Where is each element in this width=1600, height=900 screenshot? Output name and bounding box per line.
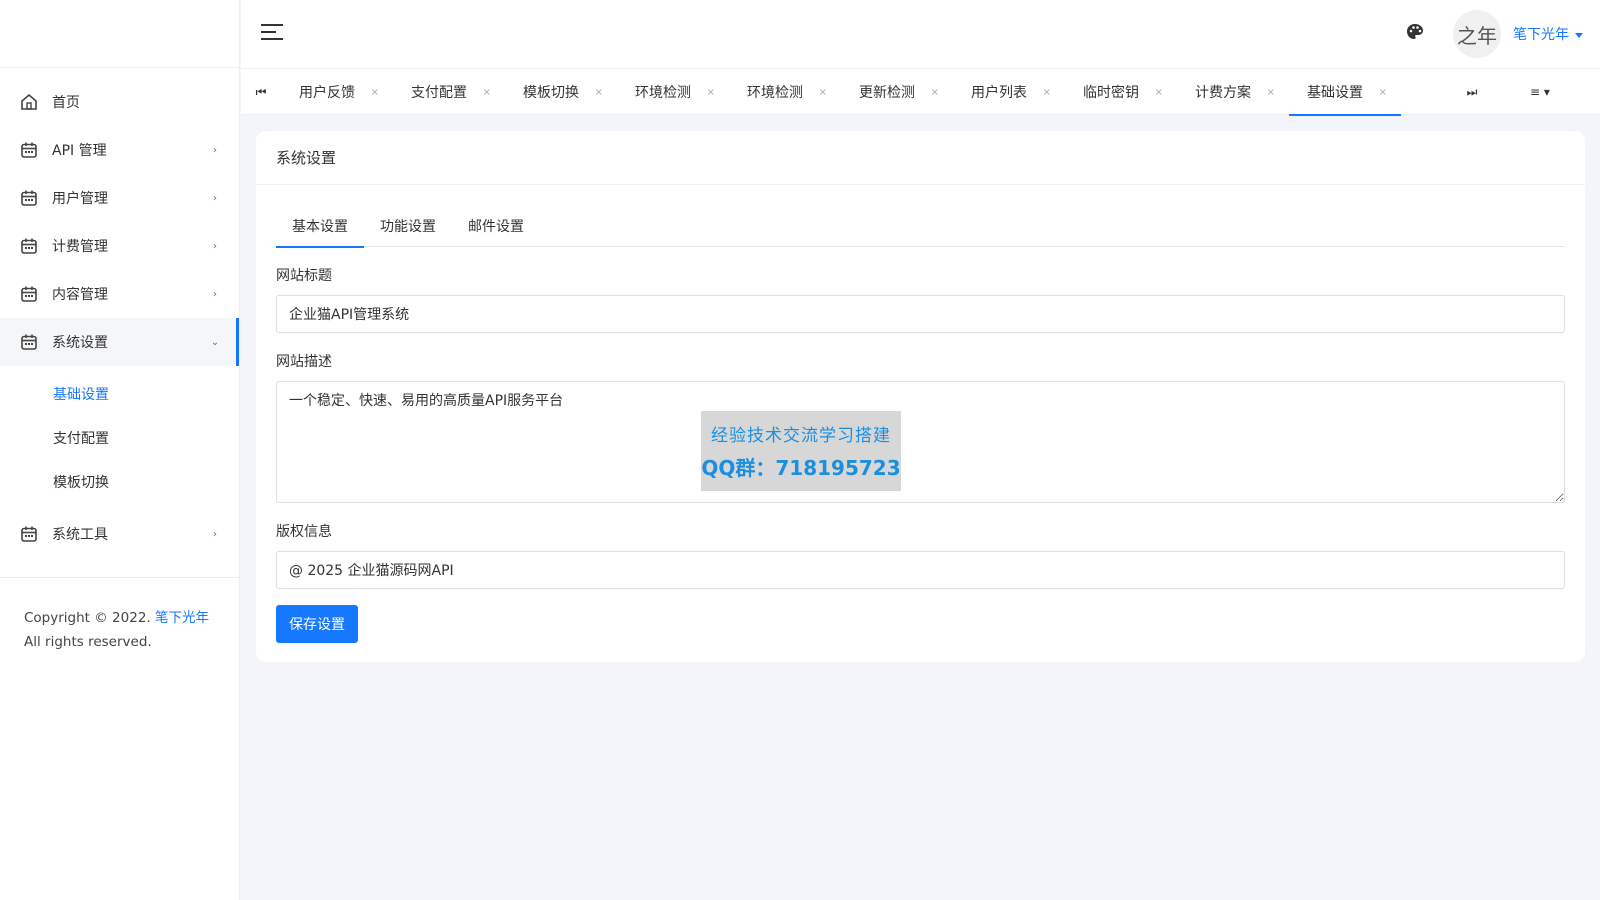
tab-payment-config[interactable]: 支付配置 × [393, 69, 505, 115]
chevron-right-icon: › [213, 144, 217, 156]
watermark-line-1: 经验技术交流学习搭建 [711, 426, 891, 446]
sidebar-item-label: 系统设置 [52, 335, 108, 351]
close-icon[interactable]: × [483, 87, 491, 98]
tabs-next-icon[interactable]: ⏭ [1452, 69, 1492, 115]
tabs-menu-icon[interactable]: ≡ ▾ [1520, 69, 1560, 115]
sidebar-subitem-template-switch[interactable]: 模板切换 [0, 460, 239, 504]
sidebar: 首页 API 管理 › 用户管理 › 计费管理 › 内容管理 › 系统设置 ⌄ … [0, 0, 240, 900]
sidebar-item-api[interactable]: API 管理 › [0, 126, 239, 174]
calendar-icon [20, 141, 38, 159]
close-icon[interactable]: × [931, 87, 939, 98]
sidebar-item-home[interactable]: 首页 [0, 78, 239, 126]
sidebar-nav: 首页 API 管理 › 用户管理 › 计费管理 › 内容管理 › 系统设置 ⌄ [0, 78, 239, 366]
site-desc-textarea[interactable]: 一个稳定、快速、易用的高质量API服务平台 [276, 381, 1565, 503]
sidebar-item-label: 首页 [52, 95, 80, 111]
user-name-label: 笔下光年 [1513, 27, 1569, 43]
chevron-right-icon: › [213, 240, 217, 252]
sidebar-item-label: 计费管理 [52, 239, 108, 255]
settings-subtabs: 基本设置 功能设置 邮件设置 [276, 205, 1565, 248]
sidebar-item-system-tools[interactable]: 系统工具 › [0, 510, 239, 558]
sidebar-item-label: 内容管理 [52, 287, 108, 303]
close-icon[interactable]: × [1043, 87, 1051, 98]
calendar-icon [20, 285, 38, 303]
chevron-right-icon: › [213, 288, 217, 300]
tab-user-list[interactable]: 用户列表 × [953, 69, 1065, 115]
sidebar-nav-bottom: 系统工具 › [0, 510, 239, 558]
chevron-right-icon: › [213, 192, 217, 204]
tab-temp-key[interactable]: 临时密钥 × [1065, 69, 1177, 115]
tab-update-check[interactable]: 更新检测 × [841, 69, 953, 115]
user-menu[interactable]: 笔下光年 [1513, 24, 1583, 44]
sidebar-item-label: API 管理 [52, 143, 107, 159]
copyright-input[interactable] [276, 551, 1565, 589]
tab-label: 模板切换 [523, 85, 579, 101]
page-tabs-bar: ⏮ 用户反馈 × 支付配置 × 模板切换 × 环境检测 × 环境检测 × 更新检测 × 用户… [241, 68, 1600, 116]
chevron-down-icon: ⌄ [210, 336, 220, 348]
home-icon [20, 93, 38, 111]
subtab-email[interactable]: 邮件设置 [452, 205, 540, 247]
site-title-input[interactable] [276, 295, 1565, 333]
tab-label: 用户反馈 [299, 85, 355, 101]
site-desc-label: 网站描述 [276, 354, 332, 370]
sidebar-subitem-basic-settings[interactable]: 基础设置 [0, 372, 239, 416]
tab-label: 计费方案 [1195, 85, 1251, 101]
copyright-prefix: Copyright © 2022. [24, 610, 155, 626]
sidebar-copyright: Copyright © 2022. 笔下光年 All rights reserv… [0, 577, 240, 654]
copyright-brand-link[interactable]: 笔下光年 [155, 610, 209, 626]
tab-billing-plan[interactable]: 计费方案 × [1177, 69, 1289, 115]
tab-label: 更新检测 [859, 85, 915, 101]
tab-label: 支付配置 [411, 85, 467, 101]
card-body: 基本设置 功能设置 邮件设置 网站标题 网站描述 一个稳定、快速、易用的高质量A… [256, 185, 1585, 643]
tab-template-switch[interactable]: 模板切换 × [505, 69, 617, 115]
close-icon[interactable]: × [1379, 87, 1387, 98]
avatar[interactable]: 之年 [1453, 10, 1501, 58]
menu-toggle-icon[interactable] [261, 24, 283, 42]
sidebar-item-billing[interactable]: 计费管理 › [0, 222, 239, 270]
close-icon[interactable]: × [819, 87, 827, 98]
card-title: 系统设置 [256, 131, 1585, 185]
copyright-label: 版权信息 [276, 524, 332, 540]
close-icon[interactable]: × [1267, 87, 1275, 98]
site-title-label: 网站标题 [276, 268, 332, 284]
sidebar-submenu: 基础设置 支付配置 模板切换 [0, 366, 239, 510]
close-icon[interactable]: × [1155, 87, 1163, 98]
sidebar-item-label: 系统工具 [52, 527, 108, 543]
tab-label: 环境检测 [747, 85, 803, 101]
sidebar-subitem-payment-config[interactable]: 支付配置 [0, 416, 239, 460]
calendar-icon [20, 237, 38, 255]
tab-basic-settings[interactable]: 基础设置 × [1289, 69, 1401, 116]
settings-card: 系统设置 基本设置 功能设置 邮件设置 网站标题 网站描述 一个稳定、快速、易用… [256, 131, 1585, 662]
chevron-right-icon: › [213, 528, 217, 540]
watermark-line-2: QQ群：718195723 [701, 456, 901, 480]
calendar-icon [20, 333, 38, 351]
calendar-icon [20, 525, 38, 543]
top-header: 之年 笔下光年 [241, 0, 1600, 68]
close-icon[interactable]: × [371, 87, 379, 98]
subtab-basic[interactable]: 基本设置 [276, 205, 364, 248]
save-settings-button[interactable]: 保存设置 [276, 605, 358, 643]
subtab-features[interactable]: 功能设置 [364, 205, 452, 247]
tab-user-feedback[interactable]: 用户反馈 × [281, 69, 393, 115]
page-tabs: 用户反馈 × 支付配置 × 模板切换 × 环境检测 × 环境检测 × 更新检测 × 用户列表… [281, 69, 1401, 116]
palette-icon[interactable] [1405, 22, 1425, 42]
tab-env-check[interactable]: 环境检测 × [617, 69, 729, 115]
sidebar-item-content[interactable]: 内容管理 › [0, 270, 239, 318]
sidebar-item-system-settings[interactable]: 系统设置 ⌄ [0, 318, 239, 366]
sidebar-item-label: 用户管理 [52, 191, 108, 207]
close-icon[interactable]: × [595, 87, 603, 98]
close-icon[interactable]: × [707, 87, 715, 98]
tab-label: 基础设置 [1307, 85, 1363, 101]
caret-down-icon [1575, 32, 1583, 38]
tabs-prev-icon[interactable]: ⏮ [241, 69, 281, 115]
logo-area [0, 0, 239, 68]
watermark-overlay: 经验技术交流学习搭建 QQ群：718195723 [701, 411, 901, 491]
tab-label: 环境检测 [635, 85, 691, 101]
tab-label: 用户列表 [971, 85, 1027, 101]
copyright-suffix: All rights reserved. [24, 634, 152, 650]
calendar-icon [20, 189, 38, 207]
sidebar-item-users[interactable]: 用户管理 › [0, 174, 239, 222]
tab-label: 临时密钥 [1083, 85, 1139, 101]
tab-env-check-2[interactable]: 环境检测 × [729, 69, 841, 115]
